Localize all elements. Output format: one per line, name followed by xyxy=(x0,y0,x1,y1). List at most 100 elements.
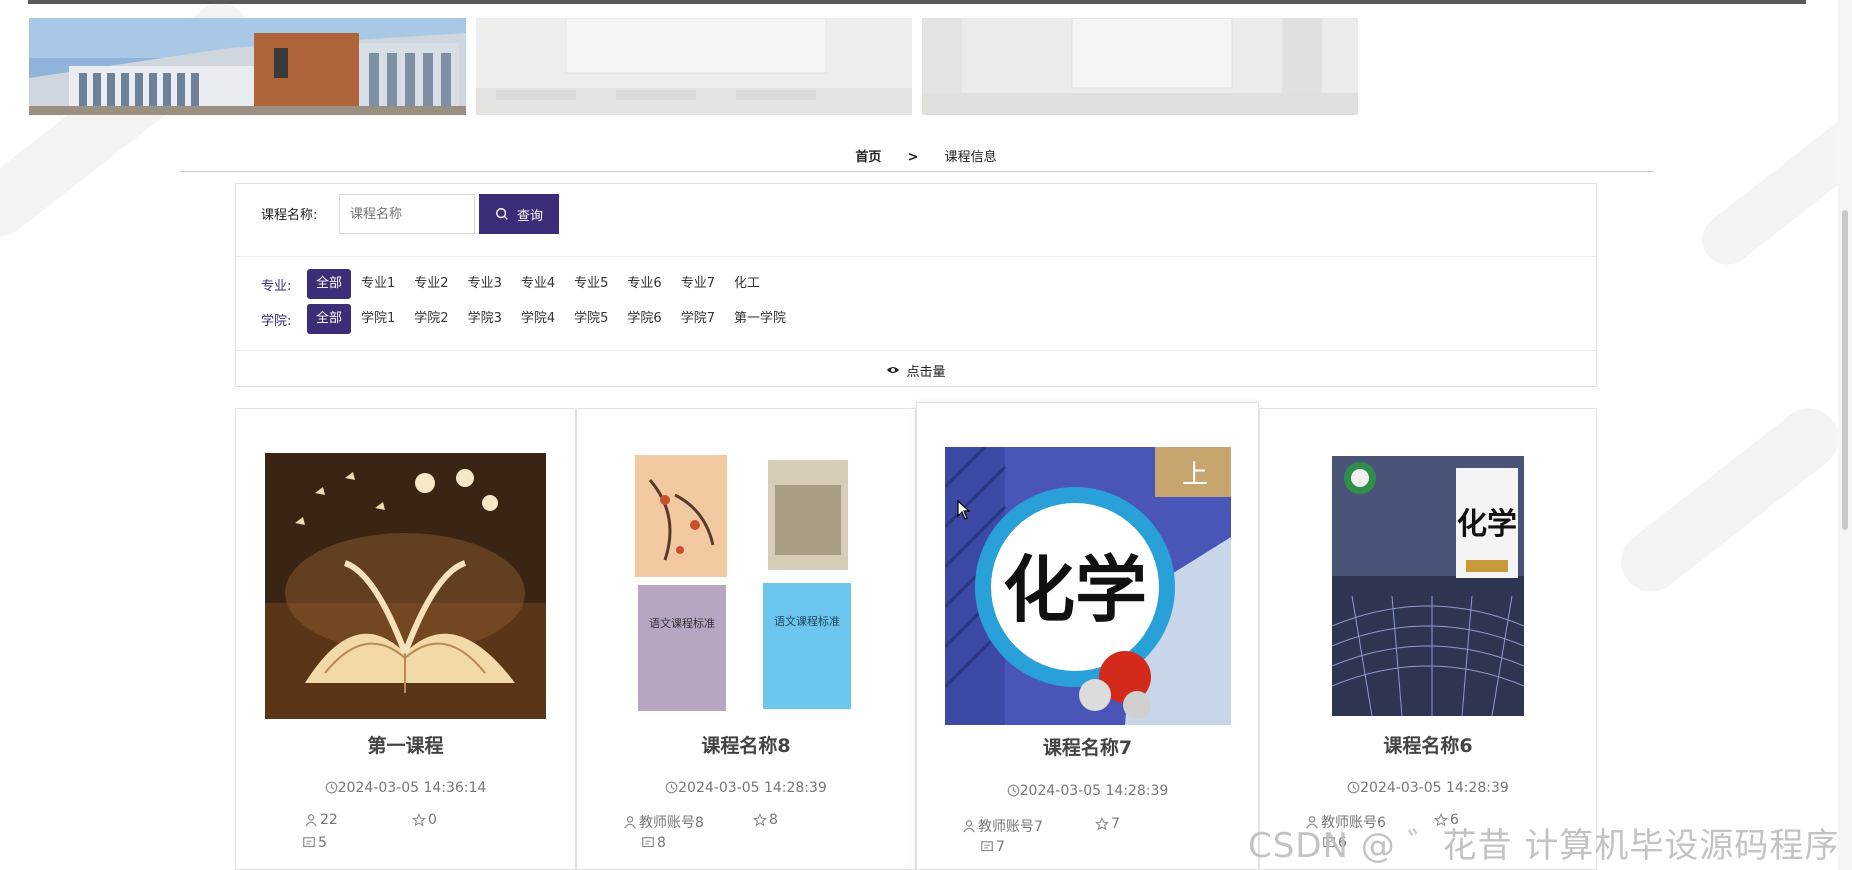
breadcrumb-home[interactable]: 首页 xyxy=(855,150,881,165)
course-time: 2024-03-05 14:36:14 xyxy=(236,780,575,796)
course-comments-text: 7 xyxy=(996,839,1005,855)
clock-icon xyxy=(665,781,678,794)
scrollbar[interactable] xyxy=(1838,0,1852,870)
college-option[interactable]: 学院1 xyxy=(352,304,404,334)
major-filter: 专业: 全部 专业1 专业2 专业3 专业4 专业5 专业6 专业7 化工 xyxy=(261,269,770,299)
cover-text: 语文课程标准 xyxy=(774,614,840,628)
college-option[interactable]: 学院3 xyxy=(459,304,511,334)
course-time-text: 2024-03-05 14:28:39 xyxy=(678,780,827,796)
course-comments: 7 xyxy=(980,839,1005,855)
course-time-text: 2024-03-05 14:28:39 xyxy=(1360,780,1509,796)
sort-label: 点击量 xyxy=(906,364,946,380)
banner-image-library[interactable] xyxy=(922,18,1358,115)
course-time: 2024-03-05 14:28:39 xyxy=(917,783,1258,799)
college-option[interactable]: 学院6 xyxy=(618,304,670,334)
watermark: CSDN @ ゛花昔 计算机毕设源码程序 xyxy=(1248,826,1840,866)
course-comments-text: 8 xyxy=(657,835,666,851)
course-card[interactable]: 第一课程 2024-03-05 14:36:14 22 0 5 xyxy=(235,408,576,870)
college-option[interactable]: 学院7 xyxy=(672,304,724,334)
course-comments-text: 5 xyxy=(318,835,327,851)
search-button-label: 查询 xyxy=(516,208,543,224)
course-teacher: 教师账号8 xyxy=(623,812,704,832)
clock-icon xyxy=(325,781,337,794)
major-option-all[interactable]: 全部 xyxy=(307,269,352,299)
cover-title: 化学 xyxy=(1457,507,1517,542)
course-comments: 5 xyxy=(302,835,327,851)
comment-icon xyxy=(981,841,993,852)
cover-text: 上 xyxy=(1182,460,1208,490)
course-favorites: 8 xyxy=(753,812,778,828)
major-option[interactable]: 化工 xyxy=(725,269,769,299)
search-label: 课程名称: xyxy=(261,208,318,223)
major-option[interactable]: 专业1 xyxy=(352,269,404,299)
course-title[interactable]: 课程名称6 xyxy=(1260,731,1596,758)
course-teacher: 教师账号7 xyxy=(962,816,1043,836)
course-favorites-text: 0 xyxy=(428,812,437,828)
user-icon xyxy=(624,816,636,829)
banner-image-school-building[interactable] xyxy=(29,18,466,115)
star-icon xyxy=(412,813,426,827)
course-time: 2024-03-05 14:28:39 xyxy=(577,780,915,796)
course-title[interactable]: 第一课程 xyxy=(236,731,575,758)
breadcrumb: 首页 > 课程信息 xyxy=(0,146,1852,165)
major-option[interactable]: 专业2 xyxy=(405,269,457,299)
course-favorites: 0 xyxy=(412,812,437,828)
course-teacher-text: 教师账号7 xyxy=(978,819,1043,835)
major-option[interactable]: 专业7 xyxy=(672,269,724,299)
course-name-input[interactable] xyxy=(339,194,475,234)
course-cover-image[interactable]: 化学 xyxy=(1332,456,1524,716)
course-card[interactable]: 语文课程标准 语文课程标准 课程名称8 2024-03-05 14:28:39 … xyxy=(576,408,916,870)
mouse-cursor-icon xyxy=(957,500,971,520)
course-time: 2024-03-05 14:28:39 xyxy=(1260,780,1596,796)
college-option[interactable]: 第一学院 xyxy=(725,304,795,334)
course-cover-image[interactable]: 语文课程标准 语文课程标准 xyxy=(635,455,855,711)
course-teacher-text: 22 xyxy=(320,812,338,828)
search-row: 课程名称: 查询 xyxy=(236,184,1596,257)
scrollbar-thumb[interactable] xyxy=(1842,210,1848,530)
college-filter-label: 学院: xyxy=(261,313,292,329)
banner-image-classroom[interactable] xyxy=(476,18,912,115)
major-option[interactable]: 专业3 xyxy=(459,269,511,299)
sort-by-clicks[interactable]: 点击量 xyxy=(236,350,1596,389)
filter-panel: 课程名称: 查询 专业: 全部 专业1 专业2 专业3 专业4 专业5 专业6 … xyxy=(235,183,1597,387)
search-button[interactable]: 查询 xyxy=(479,194,559,234)
course-comments: 8 xyxy=(641,835,666,851)
course-cover-image[interactable]: 上 化学 xyxy=(945,447,1231,725)
major-option[interactable]: 专业6 xyxy=(618,269,670,299)
search-icon xyxy=(496,208,508,220)
course-title[interactable]: 课程名称7 xyxy=(917,733,1258,760)
college-option[interactable]: 学院2 xyxy=(405,304,457,334)
clock-icon xyxy=(1007,784,1019,797)
course-teacher: 22 xyxy=(304,812,338,828)
course-favorites: 7 xyxy=(1095,816,1120,832)
college-option[interactable]: 学院5 xyxy=(565,304,617,334)
course-card[interactable]: 上 化学 课程名称7 2024-03-05 14:28:39 教师账号7 7 7 xyxy=(916,402,1259,870)
college-option-all[interactable]: 全部 xyxy=(307,304,352,334)
star-icon xyxy=(753,813,767,827)
course-time-text: 2024-03-05 14:36:14 xyxy=(337,780,487,796)
course-favorites-text: 7 xyxy=(1111,816,1120,832)
divider xyxy=(180,171,1654,172)
comment-icon xyxy=(303,837,315,848)
user-icon xyxy=(963,820,975,833)
eye-icon xyxy=(887,366,900,374)
major-option[interactable]: 专业4 xyxy=(512,269,564,299)
cover-text: 语文课程标准 xyxy=(649,616,715,630)
background-decoration xyxy=(1692,75,1852,275)
course-time-text: 2024-03-05 14:28:39 xyxy=(1019,783,1169,799)
college-option[interactable]: 学院4 xyxy=(512,304,564,334)
course-teacher-text: 教师账号8 xyxy=(639,815,704,831)
college-filter: 学院: 全部 学院1 学院2 学院3 学院4 学院5 学院6 学院7 第一学院 xyxy=(261,304,796,334)
course-title[interactable]: 课程名称8 xyxy=(577,731,915,758)
major-option[interactable]: 专业5 xyxy=(565,269,617,299)
comment-icon xyxy=(642,837,654,848)
star-icon xyxy=(1095,817,1109,831)
course-cover-image[interactable] xyxy=(265,453,546,719)
breadcrumb-separator: > xyxy=(907,150,919,165)
top-banner-edge xyxy=(28,0,1806,4)
clock-icon xyxy=(1347,781,1360,794)
major-filter-label: 专业: xyxy=(261,278,292,294)
cover-title: 化学 xyxy=(1003,547,1147,632)
background-decoration xyxy=(1609,396,1851,604)
course-card[interactable]: 化学 课程名称6 2024-03-05 14:28:39 教师账号6 6 6 xyxy=(1259,408,1597,870)
